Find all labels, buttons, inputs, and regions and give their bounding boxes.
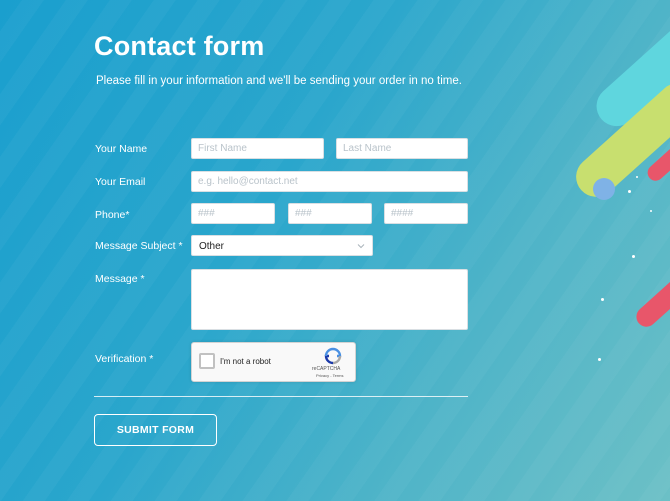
blue-circle [593,178,615,200]
subject-select[interactable]: Other [191,235,373,256]
dot [650,210,652,212]
recaptcha-checkbox[interactable] [199,353,215,369]
email-label: Your Email [95,176,146,188]
dot [632,255,635,258]
submit-button[interactable]: SUBMIT FORM [94,414,217,446]
phone-line-input[interactable] [384,203,468,224]
phone-label: Phone* [95,209,130,221]
dot [636,176,638,178]
red-stripe-bottom [632,269,670,331]
decorative-shapes [570,0,670,501]
form-title: Contact form [94,31,265,61]
name-label: Your Name [95,143,148,155]
subject-label: Message Subject * [95,240,183,252]
email-input[interactable] [191,171,468,192]
message-textarea[interactable] [191,269,468,330]
recaptcha-brand: reCAPTCHA [312,366,341,372]
phone-prefix-input[interactable] [288,203,372,224]
message-label: Message * [95,273,145,285]
phone-area-input[interactable] [191,203,275,224]
recaptcha-widget: I'm not a robot reCAPTCHA Privacy - Term… [191,342,356,382]
subject-selected-value: Other [199,241,225,252]
form-subtitle: Please fill in your information and we'l… [96,75,462,87]
recaptcha-links[interactable]: Privacy - Terms [316,373,343,378]
form-divider [94,396,468,397]
chevron-down-icon [357,244,365,249]
dot [628,190,631,193]
dot [598,358,601,361]
first-name-input[interactable] [191,138,324,159]
recaptcha-label: I'm not a robot [220,357,271,366]
dot [601,298,604,301]
recaptcha-logo-icon [324,347,342,365]
last-name-input[interactable] [336,138,468,159]
verification-label: Verification * [95,353,154,365]
